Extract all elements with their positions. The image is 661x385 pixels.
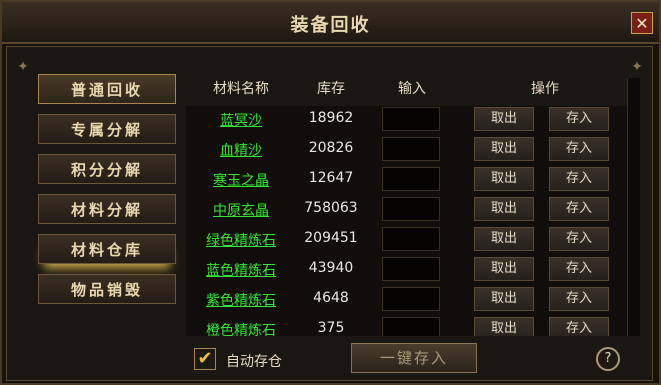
material-name-link[interactable]: 中原玄晶 (186, 200, 296, 220)
sidebar-item-material-warehouse[interactable]: 材料仓库 (38, 234, 176, 264)
corner-ornament-icon: ✦ (631, 59, 643, 75)
sidebar: 普通回收 专属分解 积分分解 材料分解 材料仓库 物品销毁 (38, 74, 184, 314)
withdraw-button[interactable]: 取出 (474, 137, 534, 161)
close-icon: ✕ (635, 14, 649, 33)
stock-value: 375 (317, 320, 345, 336)
deposit-button[interactable]: 存入 (549, 227, 609, 251)
material-name-link[interactable]: 绿色精炼石 (186, 230, 296, 250)
stock-value: 20826 (308, 140, 354, 156)
deposit-button[interactable]: 存入 (549, 167, 609, 191)
quantity-input[interactable] (382, 107, 440, 131)
sidebar-item-normal-recycle[interactable]: 普通回收 (38, 74, 176, 104)
quantity-input[interactable] (382, 227, 440, 251)
header-input: 输入 (398, 81, 426, 97)
quantity-input[interactable] (382, 317, 440, 336)
quantity-input[interactable] (382, 167, 440, 191)
table-row: 寒玉之晶 12647 取出 存入 (186, 166, 627, 196)
quantity-input[interactable] (382, 197, 440, 221)
deposit-button[interactable]: 存入 (549, 137, 609, 161)
quantity-input[interactable] (382, 287, 440, 311)
table-row: 中原玄晶 758063 取出 存入 (186, 196, 627, 226)
auto-store-label: 自动存仓 (226, 354, 282, 370)
quantity-input[interactable] (382, 257, 440, 281)
withdraw-button[interactable]: 取出 (474, 167, 534, 191)
withdraw-button[interactable]: 取出 (474, 107, 534, 131)
header-operations: 操作 (531, 81, 559, 97)
deposit-all-button[interactable]: 一键存入 (351, 343, 477, 373)
withdraw-button[interactable]: 取出 (474, 287, 534, 311)
material-name-link[interactable]: 寒玉之晶 (186, 170, 296, 190)
stock-value: 758063 (304, 200, 358, 216)
deposit-button[interactable]: 存入 (549, 197, 609, 221)
withdraw-button[interactable]: 取出 (474, 257, 534, 281)
close-button[interactable]: ✕ (631, 12, 653, 34)
table-scrollbar[interactable] (627, 78, 640, 336)
sidebar-item-points-decompose[interactable]: 积分分解 (38, 154, 176, 184)
table-row: 蓝色精炼石 43940 取出 存入 (186, 256, 627, 286)
material-name-link[interactable]: 橙色精炼石 (186, 320, 296, 336)
table-row: 血精沙 20826 取出 存入 (186, 136, 627, 166)
table-row: 蓝冥沙 18962 取出 存入 (186, 106, 627, 136)
deposit-button[interactable]: 存入 (549, 107, 609, 131)
table-row: 绿色精炼石 209451 取出 存入 (186, 226, 627, 256)
header-stock: 库存 (317, 81, 345, 97)
title-bar: 装备回收 ✕ (2, 2, 659, 44)
footer-bar: ✔ 自动存仓 一键存入 ? (186, 338, 639, 378)
material-name-link[interactable]: 紫色精炼石 (186, 290, 296, 310)
material-name-link[interactable]: 蓝冥沙 (186, 110, 296, 130)
sidebar-item-exclusive-decompose[interactable]: 专属分解 (38, 114, 176, 144)
stock-value: 43940 (308, 260, 354, 276)
stock-value: 4648 (313, 290, 349, 306)
sidebar-item-item-destroy[interactable]: 物品销毁 (38, 274, 176, 304)
deposit-button[interactable]: 存入 (549, 257, 609, 281)
header-material-name: 材料名称 (213, 81, 269, 97)
help-icon[interactable]: ? (596, 347, 620, 371)
deposit-button[interactable]: 存入 (549, 287, 609, 311)
deposit-button[interactable]: 存入 (549, 317, 609, 336)
material-name-link[interactable]: 血精沙 (186, 140, 296, 160)
table-row: 紫色精炼石 4648 取出 存入 (186, 286, 627, 316)
withdraw-button[interactable]: 取出 (474, 197, 534, 221)
withdraw-button[interactable]: 取出 (474, 317, 534, 336)
checkmark-icon: ✔ (197, 348, 213, 369)
material-table: 蓝冥沙 18962 取出 存入 血精沙 20826 取出 存入 寒玉之晶 126… (186, 106, 627, 336)
stock-value: 12647 (308, 170, 354, 186)
stock-value: 18962 (308, 110, 354, 126)
material-name-link[interactable]: 蓝色精炼石 (186, 260, 296, 280)
quantity-input[interactable] (382, 137, 440, 161)
sidebar-item-material-decompose[interactable]: 材料分解 (38, 194, 176, 224)
table-row: 橙色精炼石 375 取出 存入 (186, 316, 627, 336)
window-title: 装备回收 (290, 15, 371, 36)
stock-value: 209451 (304, 230, 358, 246)
auto-store-checkbox[interactable]: ✔ (194, 348, 216, 370)
corner-ornament-icon: ✦ (17, 59, 29, 75)
withdraw-button[interactable]: 取出 (474, 227, 534, 251)
